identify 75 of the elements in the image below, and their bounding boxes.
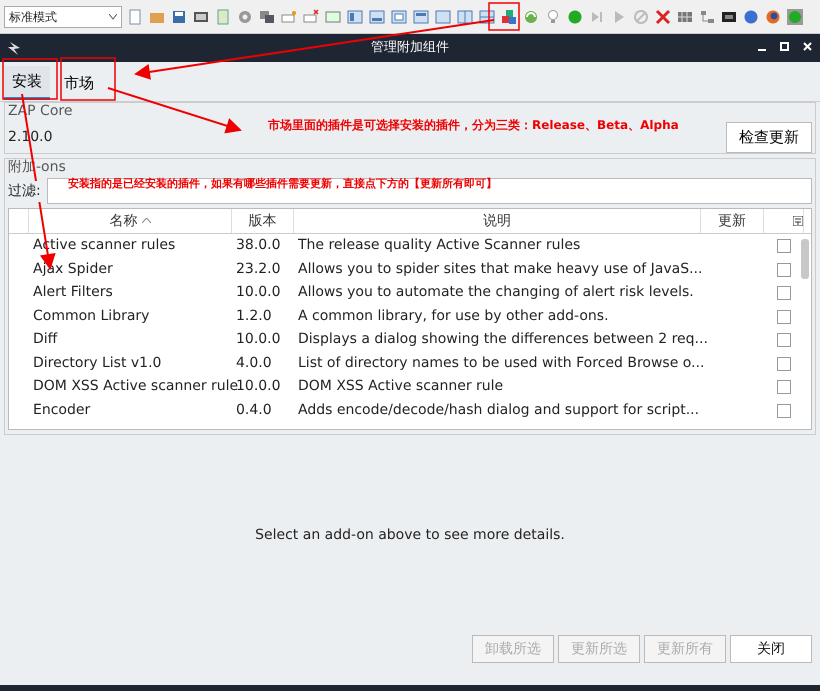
annotation-text: 安装指的是已经安装的插件，如果有哪些插件需要更新，直接点下方的【更新所有即可】 bbox=[68, 176, 497, 192]
label-icon[interactable] bbox=[281, 8, 297, 24]
dialog-button[interactable]: 关闭 bbox=[730, 635, 812, 663]
table-cell: Adds encode/decode/hash dialog and support for script... bbox=[298, 402, 700, 418]
column-header[interactable]: 更新 bbox=[701, 209, 764, 233]
document-icon[interactable] bbox=[127, 8, 143, 24]
layout-icon[interactable] bbox=[413, 8, 429, 24]
network-icon[interactable] bbox=[699, 8, 715, 24]
checkbox[interactable] bbox=[777, 310, 791, 324]
maximize-icon[interactable] bbox=[780, 42, 789, 51]
sort-icon bbox=[142, 218, 150, 224]
window-title: 管理附加组件 bbox=[371, 39, 449, 58]
checkbox[interactable] bbox=[777, 356, 791, 370]
filter-label: 过滤: bbox=[8, 180, 43, 202]
table-cell: 1.2.0 bbox=[236, 308, 272, 324]
highlight-frame bbox=[60, 57, 116, 101]
layout-icon[interactable] bbox=[369, 8, 385, 24]
details-text: Select an add-on above to see more details. bbox=[255, 526, 565, 544]
layout-icon[interactable] bbox=[435, 8, 451, 24]
checkbox[interactable] bbox=[777, 262, 791, 276]
table-cell: 0.4.0 bbox=[236, 402, 272, 418]
panel-icon[interactable] bbox=[325, 8, 341, 24]
highlight-frame bbox=[488, 2, 520, 31]
annotation-text: 市场里面的插件是可选择安装的插件，分为三类：Release、Beta、Alpha bbox=[268, 117, 679, 134]
table-cell: 23.2.0 bbox=[236, 260, 281, 276]
column-header[interactable]: 名称 bbox=[29, 209, 232, 233]
checkbox[interactable] bbox=[777, 239, 791, 253]
checkbox[interactable] bbox=[777, 333, 791, 347]
check-updates-button[interactable]: 检查更新 bbox=[726, 122, 812, 152]
table-cell: 10.0.0 bbox=[236, 284, 281, 300]
lightbulb-icon[interactable] bbox=[545, 8, 561, 24]
tab[interactable]: 市场 bbox=[56, 66, 102, 100]
table-cell: Allows you to automate the changing of alert risk levels. bbox=[298, 284, 694, 300]
highlight-frame bbox=[2, 58, 58, 100]
checkbox[interactable] bbox=[777, 404, 791, 418]
app-logo-icon bbox=[8, 40, 22, 56]
table-cell: DOM XSS Active scanner rule bbox=[33, 378, 238, 394]
windows-icon[interactable] bbox=[259, 8, 275, 24]
table-cell: Alert Filters bbox=[33, 284, 113, 300]
page-icon[interactable] bbox=[215, 8, 231, 24]
table-cell: A common library, for use by other add-ons. bbox=[298, 308, 609, 324]
table-cell: Allows you to spider sites that make heavy use of JavaS... bbox=[298, 260, 702, 276]
checkbox[interactable] bbox=[777, 380, 791, 394]
table-cell: List of directory names to be used with Forced Browse o... bbox=[298, 354, 704, 370]
tab[interactable]: 安装 bbox=[4, 66, 50, 100]
close-icon[interactable] bbox=[803, 42, 812, 51]
column-header[interactable]: 版本 bbox=[232, 209, 294, 233]
delete-icon[interactable] bbox=[655, 8, 671, 24]
mode-select[interactable]: 标准模式 bbox=[4, 6, 122, 28]
label-delete-icon[interactable] bbox=[303, 8, 319, 24]
table-cell: 10.0.0 bbox=[236, 378, 281, 394]
checkbox[interactable] bbox=[777, 286, 791, 300]
blocks-icon[interactable] bbox=[501, 8, 517, 24]
layout-icon[interactable] bbox=[391, 8, 407, 24]
layout-icon[interactable] bbox=[457, 8, 473, 24]
table-cell: Directory List v1.0 bbox=[33, 354, 162, 370]
layout-icon[interactable] bbox=[347, 8, 363, 24]
record-icon[interactable] bbox=[567, 8, 583, 24]
column-chooser-icon[interactable] bbox=[793, 216, 803, 226]
table-cell: The release quality Active Scanner rules bbox=[298, 237, 580, 253]
save-icon[interactable] bbox=[171, 8, 187, 24]
table-cell: Displays a dialog showing the differences between 2 req... bbox=[298, 331, 708, 347]
table-cell: 4.0.0 bbox=[236, 354, 272, 370]
caret-icon bbox=[109, 14, 117, 20]
refresh-icon[interactable] bbox=[523, 8, 539, 24]
column-header[interactable]: 说明 bbox=[294, 209, 701, 233]
scrollbar-thumb[interactable] bbox=[801, 239, 809, 279]
table-cell: 10.0.0 bbox=[236, 331, 281, 347]
table-cell: Common Library bbox=[33, 308, 150, 324]
status-light-icon[interactable] bbox=[787, 8, 803, 24]
table-cell: 38.0.0 bbox=[236, 237, 281, 253]
table-cell: DOM XSS Active scanner rule bbox=[298, 378, 504, 394]
filter-field[interactable] bbox=[46, 178, 812, 204]
table-cell: Encoder bbox=[33, 402, 90, 418]
table-cell: Diff bbox=[33, 331, 58, 347]
